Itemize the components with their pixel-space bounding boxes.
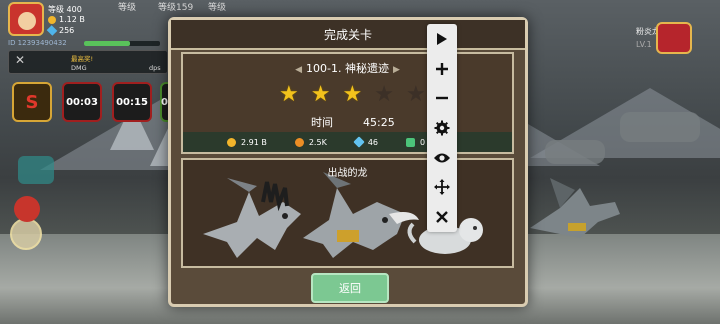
gem-amount: 256 xyxy=(59,26,75,35)
left-round-button[interactable] xyxy=(10,218,42,250)
orange-coin-icon xyxy=(294,137,304,147)
star-icon-filled: ★ xyxy=(279,82,299,107)
player-avatar[interactable] xyxy=(8,2,44,36)
dragon-black-armored xyxy=(203,178,301,258)
arrow-left-icon: ◀ xyxy=(295,65,303,75)
reward-value: 46 xyxy=(367,137,378,147)
top-level-c: 等级 xyxy=(208,3,227,13)
arrow-right-icon: ▶ xyxy=(392,65,400,75)
result-panel: ◀ 100-1. 神秘遗迹 ▶ ★ ★ ★ ★ ★ 时间 45:25 2.91 B 2… xyxy=(181,52,514,154)
reward-orange: 2.5K xyxy=(294,137,327,147)
buff-line-3: dps xyxy=(149,64,161,72)
xp-bar xyxy=(84,41,160,46)
reward-strip: 2.91 B 2.5K 46 0 xyxy=(183,132,512,152)
move-icon[interactable] xyxy=(432,177,452,197)
gold-coin-icon xyxy=(48,15,56,24)
buff-panel: ✕ 最高奖! DMG dps xyxy=(8,50,168,74)
dragons-panel: 出战的龙 xyxy=(181,158,514,268)
green-crystal-icon xyxy=(406,137,415,147)
dragon-silver-gold xyxy=(303,172,419,258)
reward-gem: 46 xyxy=(353,136,378,148)
dragons-title: 出战的龙 xyxy=(327,168,368,179)
gem-icon xyxy=(353,136,365,148)
reward-value: 2.91 B xyxy=(241,137,267,147)
gold-row: 1.12 B xyxy=(48,15,85,24)
top-level-a: 等级 xyxy=(118,3,137,13)
stage-complete-dialog: 完成关卡 ◀ 100-1. 神秘遗迹 ▶ ★ ★ ★ ★ ★ 时间 45:25 2.9… xyxy=(168,17,528,307)
star-rating: ★ ★ ★ ★ ★ xyxy=(279,84,426,106)
skill-timer-1[interactable]: 00:03 xyxy=(62,82,102,122)
settings-icon[interactable] xyxy=(432,118,452,138)
rock xyxy=(545,140,605,164)
skill-timer-2[interactable]: 00:15 xyxy=(112,82,152,122)
zoom-out-icon[interactable] xyxy=(432,88,452,108)
floating-toolbar xyxy=(427,24,457,232)
close-small-icon[interactable]: ✕ xyxy=(15,53,25,67)
star-icon-filled: ★ xyxy=(342,82,363,107)
zoom-in-icon[interactable] xyxy=(432,59,452,79)
gold-amount: 1.12 B xyxy=(59,15,85,24)
time-row: 时间 45:25 xyxy=(311,114,425,130)
star-icon-filled: ★ xyxy=(310,82,331,107)
reward-green: 0 xyxy=(406,137,426,147)
gem-icon xyxy=(46,25,58,36)
buff-line-1: 最高奖! xyxy=(71,55,94,63)
return-button[interactable]: 返回 xyxy=(311,273,389,303)
xp-bar-fill xyxy=(84,41,130,46)
stage-name: 100-1. 神秘遗迹 xyxy=(306,62,389,75)
player-dragon-small xyxy=(18,156,54,184)
player-id: ID 12393490432 xyxy=(8,39,67,47)
buff-line-2: DMG xyxy=(71,64,87,72)
skill-super[interactable]: S xyxy=(12,82,52,122)
enemy-level: LV.1 xyxy=(636,40,652,49)
star-icon-empty: ★ xyxy=(374,82,394,107)
gem-row: 256 xyxy=(46,25,75,36)
reward-value: 0 xyxy=(420,137,426,147)
gold-coin-icon xyxy=(227,137,236,147)
santa-hat-icon xyxy=(14,196,40,222)
level-value: 400 xyxy=(66,5,82,14)
reward-value: 2.5K xyxy=(308,137,327,147)
stage-title: ◀ 100-1. 神秘遗迹 ▶ xyxy=(183,60,512,76)
reward-gold: 2.91 B xyxy=(227,137,267,147)
close-icon[interactable] xyxy=(432,207,452,227)
rock xyxy=(620,112,700,142)
star-icon-empty: ★ xyxy=(405,82,426,107)
enemy-portrait xyxy=(656,22,692,54)
superman-icon: S xyxy=(25,91,39,113)
time-value: 45:25 xyxy=(363,116,395,129)
play-icon[interactable] xyxy=(432,29,452,49)
level-label: 等级 xyxy=(48,5,64,14)
time-label: 时间 xyxy=(311,116,333,129)
player-level: 等级 400 xyxy=(48,4,82,15)
top-level-b: 等级159 xyxy=(158,3,194,13)
enemy-dragon xyxy=(530,178,620,238)
avatar-face xyxy=(18,12,36,30)
dialog-title: 完成关卡 xyxy=(171,20,525,50)
